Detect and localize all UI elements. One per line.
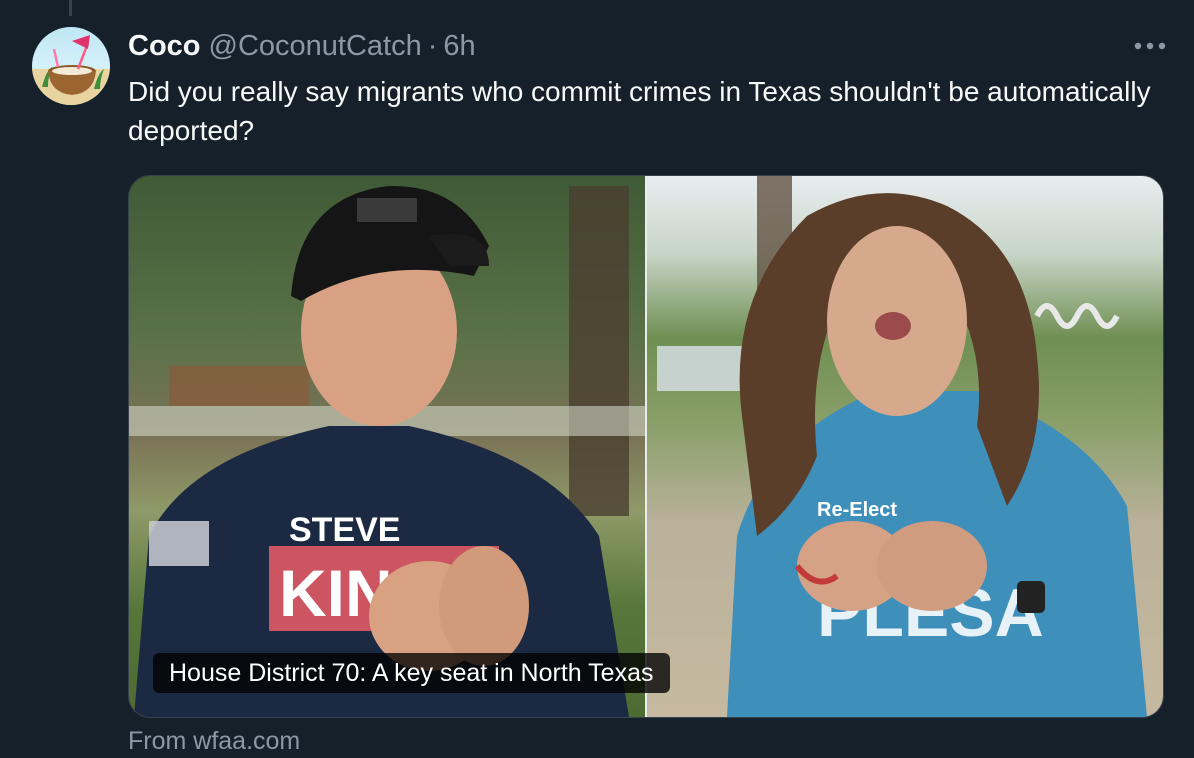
author-name[interactable]: Coco xyxy=(128,30,201,63)
separator-dot: · xyxy=(427,29,438,62)
tweet-timestamp[interactable]: 6h xyxy=(443,30,475,63)
shirt-text-steve: STEVE xyxy=(289,511,400,549)
coconut-drink-icon xyxy=(32,35,110,105)
author-handle[interactable]: @CoconutCatch xyxy=(209,30,422,63)
photo-left-panel: STEVE KIN xyxy=(129,176,645,717)
man-interview-photo: STEVE KIN xyxy=(129,185,645,717)
photo-right-panel: Re-Elect PLESA xyxy=(647,176,1163,717)
tweet-header: Coco @CoconutCatch · 6h xyxy=(128,28,476,64)
media-caption: House District 70: A key seat in North T… xyxy=(153,653,670,693)
more-horizontal-icon xyxy=(1134,42,1166,50)
shirt-text-reelect: Re-Elect xyxy=(817,499,897,521)
card-source-link[interactable]: From wfaa.com xyxy=(128,727,300,756)
link-card-image[interactable]: STEVE KIN Re-Elect PLESA House District … xyxy=(128,175,1164,718)
more-options-button[interactable] xyxy=(1130,30,1170,62)
avatar[interactable] xyxy=(32,27,110,105)
thread-connector-line xyxy=(69,0,72,16)
tweet-text: Did you really say migrants who commit c… xyxy=(128,76,1151,146)
woman-interview-photo: Re-Elect PLESA xyxy=(657,176,1147,717)
